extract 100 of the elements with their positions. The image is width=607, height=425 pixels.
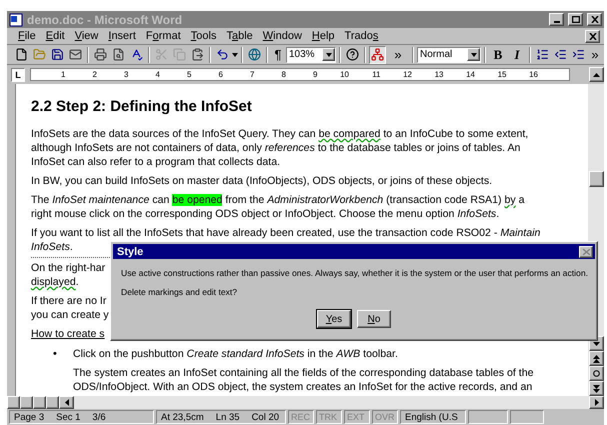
maximize-button[interactable]: [568, 13, 583, 26]
status-text: Page 3: [14, 412, 44, 422]
ruler-number: 10: [339, 70, 349, 79]
ruler-number: 9: [312, 70, 318, 79]
right-arrow-icon: [594, 399, 598, 406]
ruler-number: 4: [154, 70, 160, 79]
double-down-arrow-icon: [592, 384, 600, 392]
paragraph: InfoSets are the data sources of the InfoSet Query. They can be compared to an InfoCube to some extent, although InfoSets are not containers of data, only references to the database tables or joins of tables. An InfoSet can also refer to a program that collects data.: [31, 127, 528, 169]
scroll-thumb[interactable]: [588, 171, 604, 187]
print-preview-icon: [112, 48, 125, 61]
previous-page-button[interactable]: [588, 351, 604, 366]
copy-icon: [173, 48, 186, 61]
word-document-icon: [9, 12, 23, 26]
save-icon: [51, 48, 64, 61]
menu-item[interactable]: Window: [258, 29, 307, 43]
print-icon: [94, 48, 107, 61]
new-document-icon: [15, 48, 28, 61]
increase-indent-icon: [572, 48, 585, 61]
menu-item[interactable]: Table: [221, 29, 258, 43]
ruler-number: 13: [434, 70, 444, 79]
scroll-up-button[interactable]: [589, 67, 604, 82]
italic-button[interactable]: I: [508, 46, 526, 64]
more-buttons-button[interactable]: »: [588, 46, 602, 64]
browse-object-button[interactable]: [588, 366, 604, 381]
indicator-label: TRK: [319, 412, 337, 422]
print-button[interactable]: [92, 46, 109, 64]
help-icon: [346, 48, 359, 61]
circle-icon: [592, 370, 600, 377]
globe-button[interactable]: [246, 46, 263, 64]
section-heading: 2.2 Step 2: Defining the InfoSet: [31, 98, 252, 115]
spellcheck-icon: [130, 48, 143, 61]
ruler-number: 14: [465, 70, 475, 79]
horizontal-scrollbar[interactable]: [7, 396, 604, 409]
maximize-icon: [572, 16, 580, 23]
dialog-button[interactable]: No: [357, 310, 391, 328]
paragraph: • Click on the pushbutton Create standard InfoSets in the AWB toolbar.: [52, 347, 398, 361]
dialog-close-button[interactable]: [579, 246, 593, 258]
link[interactable]: How to create s: [31, 327, 105, 341]
indicator-label: EXT: [347, 412, 365, 422]
status-text: Col 20: [252, 412, 280, 422]
close-icon: [590, 16, 598, 23]
menu-item[interactable]: Help: [306, 29, 340, 43]
paragraph: If there are no Ir you can create y: [31, 294, 109, 322]
dialog-title: Style: [117, 246, 144, 258]
scroll-right-button[interactable]: [589, 396, 604, 409]
flowchart-button[interactable]: [369, 46, 386, 64]
menu-item[interactable]: Tools: [186, 29, 222, 43]
help-button[interactable]: [344, 46, 361, 64]
numbered-list-icon: [536, 48, 549, 61]
web-view-button[interactable]: [20, 396, 33, 409]
ruler-number: 16: [528, 70, 538, 79]
show-formatting-button[interactable]: ¶: [271, 46, 285, 64]
minimize-button[interactable]: [549, 13, 564, 26]
ruler-number: 7: [249, 70, 254, 79]
close-icon: [588, 32, 596, 40]
close-document-button[interactable]: [585, 30, 600, 42]
status-text: At 23,5cm: [161, 412, 204, 422]
more-buttons-button[interactable]: »: [387, 46, 409, 64]
ruler-number: 6: [218, 70, 223, 79]
double-up-arrow-icon: [592, 354, 600, 362]
caret-icon: [326, 52, 332, 56]
up-arrow-icon: [593, 72, 600, 76]
next-page-button[interactable]: [588, 381, 604, 396]
style-dropdown[interactable]: Normal: [417, 46, 481, 62]
zoom-dropdown[interactable]: 103%: [286, 46, 336, 62]
menu-item[interactable]: Insert: [103, 29, 141, 43]
open-folder-icon: [33, 48, 46, 61]
caret-icon[interactable]: [232, 52, 238, 56]
ruler-number: 15: [496, 70, 506, 79]
ruler-number: 3: [123, 70, 128, 79]
status-text: Sec 1: [56, 412, 80, 422]
dialog-message: Use active constructions rather than passive ones. Always say, whether it is the system or the user that performs an action.: [121, 268, 589, 278]
scroll-left-button[interactable]: [59, 396, 74, 409]
paragraph: The system creates an InfoSet containing all the fields of the corresponding database tables of the ODS/InfoObject. With an ODS object, the system creates an InfoSet for the active records, and an: [72, 366, 534, 394]
paragraph: On the right-har displayed.: [31, 261, 106, 289]
print-view-button[interactable]: [33, 396, 46, 409]
menu-item[interactable]: Edit: [40, 29, 70, 43]
menu-item[interactable]: Format: [140, 29, 186, 43]
normal-view-button[interactable]: [7, 396, 20, 409]
outline-view-button[interactable]: [46, 396, 59, 409]
dialog-question: Delete markings and edit text?: [121, 287, 238, 297]
indicator-label: REC: [291, 412, 310, 422]
indicator-label: OVR: [375, 412, 395, 422]
dialog-button[interactable]: Yes: [317, 310, 351, 328]
bold-button[interactable]: B: [489, 46, 507, 64]
flowchart-icon: [371, 48, 384, 61]
menu-item[interactable]: View: [70, 29, 104, 43]
status-panel: [468, 410, 508, 424]
cut-icon: [155, 48, 168, 61]
menu-item[interactable]: Trados: [340, 29, 384, 43]
caret-icon: [470, 52, 476, 56]
close-button[interactable]: [587, 13, 602, 26]
globe-icon: [248, 48, 261, 61]
paragraph: In BW, you can build InfoSets on master data (InfoObjects), ODS objects, or joins of these objects.: [31, 174, 492, 188]
paste-icon: [191, 48, 204, 61]
ruler-number: 12: [402, 70, 412, 79]
status-text: 3/6: [92, 412, 106, 422]
menu-item[interactable]: File: [13, 29, 41, 43]
tab-selector[interactable]: L: [11, 68, 25, 82]
ruler-number: 11: [371, 70, 380, 79]
